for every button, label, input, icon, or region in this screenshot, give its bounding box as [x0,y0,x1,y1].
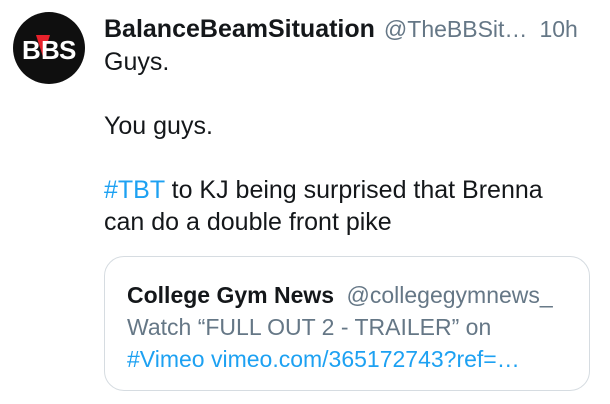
tweet-line-text: to KJ being surprised that Brenna [164,176,543,204]
quoted-display-name[interactable]: College Gym News [127,282,334,308]
display-name[interactable]: BalanceBeamSituation [104,12,375,46]
svg-text:B: B [22,35,41,63]
user-handle[interactable]: @TheBBSit… [384,12,528,46]
quoted-tweet-header: College Gym News @collegegymnews_ [127,279,589,311]
hashtag-link[interactable]: #TBT [104,176,165,204]
svg-text:S: S [59,35,76,63]
quoted-line: Watch “FULL OUT 2 - TRAILER” on [127,314,492,340]
tweet-line: can do a double front pike [104,208,392,236]
bbs-logo-icon: B B S [22,35,76,63]
tweet-line: Guys. [104,48,170,76]
quoted-line: #Vimeo vimeo.com/365172743?ref=… [127,343,589,375]
svg-text:B: B [41,35,60,63]
quoted-tweet-card[interactable]: College Gym News @collegegymnews_ Watch … [104,256,590,391]
tweet-text: Guys. You guys. #TBT to KJ being surpris… [104,46,600,238]
tweet-line: #TBT to KJ being surprised that Brenna [104,174,600,206]
avatar[interactable]: B B S [13,12,85,84]
tweet-header: BalanceBeamSituation @TheBBSit… 10h [104,12,600,46]
quoted-url-link[interactable]: vimeo.com/365172743?ref=… [211,346,520,372]
quoted-tweet-text: Watch “FULL OUT 2 - TRAILER” on #Vimeo v… [127,311,589,375]
tweet[interactable]: B B S BalanceBeamSituation @TheBBSit… 10… [0,0,610,404]
quoted-hashtag-link[interactable]: #Vimeo [127,346,205,372]
tweet-content: BalanceBeamSituation @TheBBSit… 10h Guys… [104,12,600,238]
quoted-user-handle[interactable]: @collegegymnews_ [347,282,553,308]
timestamp[interactable]: 10h [539,12,577,46]
tweet-line: You guys. [104,112,213,140]
